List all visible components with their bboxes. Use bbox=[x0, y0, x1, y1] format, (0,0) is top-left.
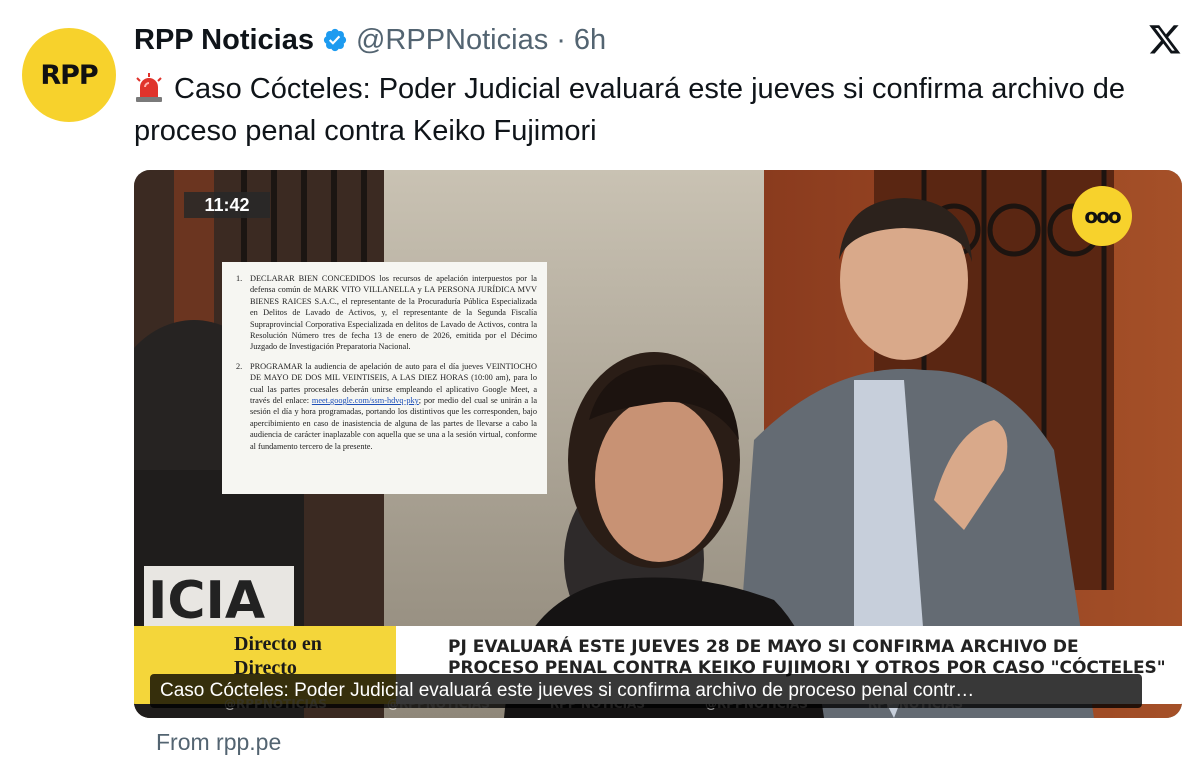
author-handle[interactable]: @RPPNoticias bbox=[356, 24, 548, 57]
document-item: 2. PROGRAMAR la audiencia de apelación d… bbox=[236, 361, 537, 452]
tweet-timestamp[interactable]: 6h bbox=[574, 24, 606, 57]
tweet-header: RPP Noticias @RPPNoticias · 6h bbox=[134, 20, 606, 60]
media-caption: Caso Cócteles: Poder Judicial evaluará e… bbox=[150, 674, 1142, 708]
court-document-excerpt: 1. DECLARAR BIEN CONCEDIDOS los recursos… bbox=[222, 262, 547, 494]
rpp-logo-badge: ooo bbox=[1072, 186, 1132, 246]
police-siren-icon bbox=[136, 73, 162, 102]
verified-badge-icon bbox=[323, 28, 347, 52]
news-headline: PJ EVALUARÁ ESTE JUEVES 28 DE MAYO SI CO… bbox=[448, 637, 1166, 678]
video-clock: 11:42 bbox=[184, 192, 270, 218]
document-item-number: 2. bbox=[236, 361, 243, 371]
avatar-logo-text: RPP bbox=[40, 59, 98, 91]
author-avatar[interactable]: RPP bbox=[22, 28, 116, 122]
program-label: Directo en Directo bbox=[234, 633, 322, 679]
header-separator: · bbox=[556, 23, 566, 56]
x-logo-icon[interactable] bbox=[1148, 22, 1182, 56]
document-item-text: DECLARAR BIEN CONCEDIDOS los recursos de… bbox=[250, 274, 537, 352]
document-item: 1. DECLARAR BIEN CONCEDIDOS los recursos… bbox=[236, 273, 537, 353]
meet-link: meet.google.com/ssm-hdvq-pky bbox=[311, 396, 419, 406]
police-vest-text: ICIA bbox=[148, 571, 265, 631]
tweet-text: Caso Cócteles: Poder Judicial evaluará e… bbox=[134, 68, 1184, 152]
tweet-body-text: Caso Cócteles: Poder Judicial evaluará e… bbox=[134, 73, 1126, 147]
link-source[interactable]: From rpp.pe bbox=[156, 729, 281, 756]
author-display-name[interactable]: RPP Noticias bbox=[134, 24, 314, 57]
document-item-text: PROGRAMAR la audiencia de apelación de a… bbox=[250, 361, 537, 452]
document-item-number: 1. bbox=[236, 274, 243, 283]
badge-logo-text: ooo bbox=[1084, 204, 1121, 228]
video-player[interactable]: ICIA 11:42 ooo 1. DECLARAR BIEN CONCEDID… bbox=[134, 170, 1182, 718]
